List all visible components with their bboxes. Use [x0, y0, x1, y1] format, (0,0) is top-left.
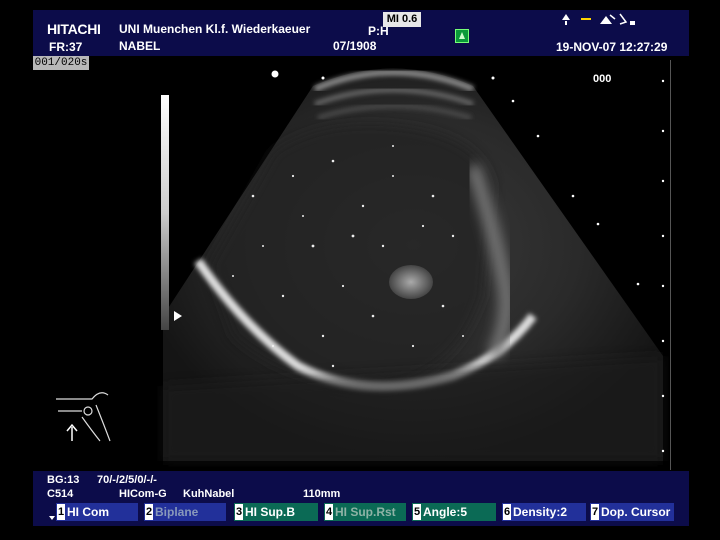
depth-readout: 110mm	[303, 488, 341, 500]
softkey-hi-com[interactable]: 1 HI Com	[56, 503, 138, 521]
depth-marker: 000	[593, 73, 612, 85]
preset-name: HICom-G	[119, 488, 167, 500]
institution-name: UNI Muenchen Kl.f. Wiederkaeuer	[119, 22, 311, 36]
probe-name: C514	[47, 488, 74, 500]
dynamic-settings: 70/-/2/5/0/-/-	[97, 474, 157, 486]
freeze-icon	[455, 29, 469, 43]
frame-rate: FR:37	[49, 40, 83, 54]
patient-id: 07/1908	[333, 39, 377, 53]
body-mark-icon[interactable]	[52, 385, 122, 445]
organ-preset: KuhNabel	[183, 488, 235, 500]
softkey-angle[interactable]: 5 Angle:5	[412, 503, 496, 521]
scroll-down-icon[interactable]	[49, 516, 55, 520]
gain-readout: BG:13	[47, 474, 80, 486]
softkey-dop-cursor[interactable]: 7 Dop. Cursor	[590, 503, 674, 521]
date-time: 19-NOV-07 12:27:29	[556, 40, 668, 54]
ultrasound-screen: HITACHI FR:37 UNI Muenchen Kl.f. Wiederk…	[0, 0, 720, 540]
ultrasound-image[interactable]	[33, 56, 689, 471]
softkey-hi-sup-rst[interactable]: 4 HI Sup.Rst	[324, 503, 406, 521]
softkey-biplane[interactable]: 2 Biplane	[144, 503, 226, 521]
grayscale-bar	[161, 95, 169, 330]
brand-logo: HITACHI	[47, 21, 101, 37]
softkey-hi-sup-b[interactable]: 3 HI Sup.B	[234, 503, 318, 521]
image-edge	[670, 60, 671, 470]
probe-icon	[562, 13, 635, 25]
patient-name: NABEL	[119, 39, 161, 53]
softkey-density[interactable]: 6 Density:2	[502, 503, 586, 521]
mechanical-index-badge: MI 0.6	[383, 12, 421, 27]
focus-marker-icon[interactable]	[174, 311, 182, 321]
